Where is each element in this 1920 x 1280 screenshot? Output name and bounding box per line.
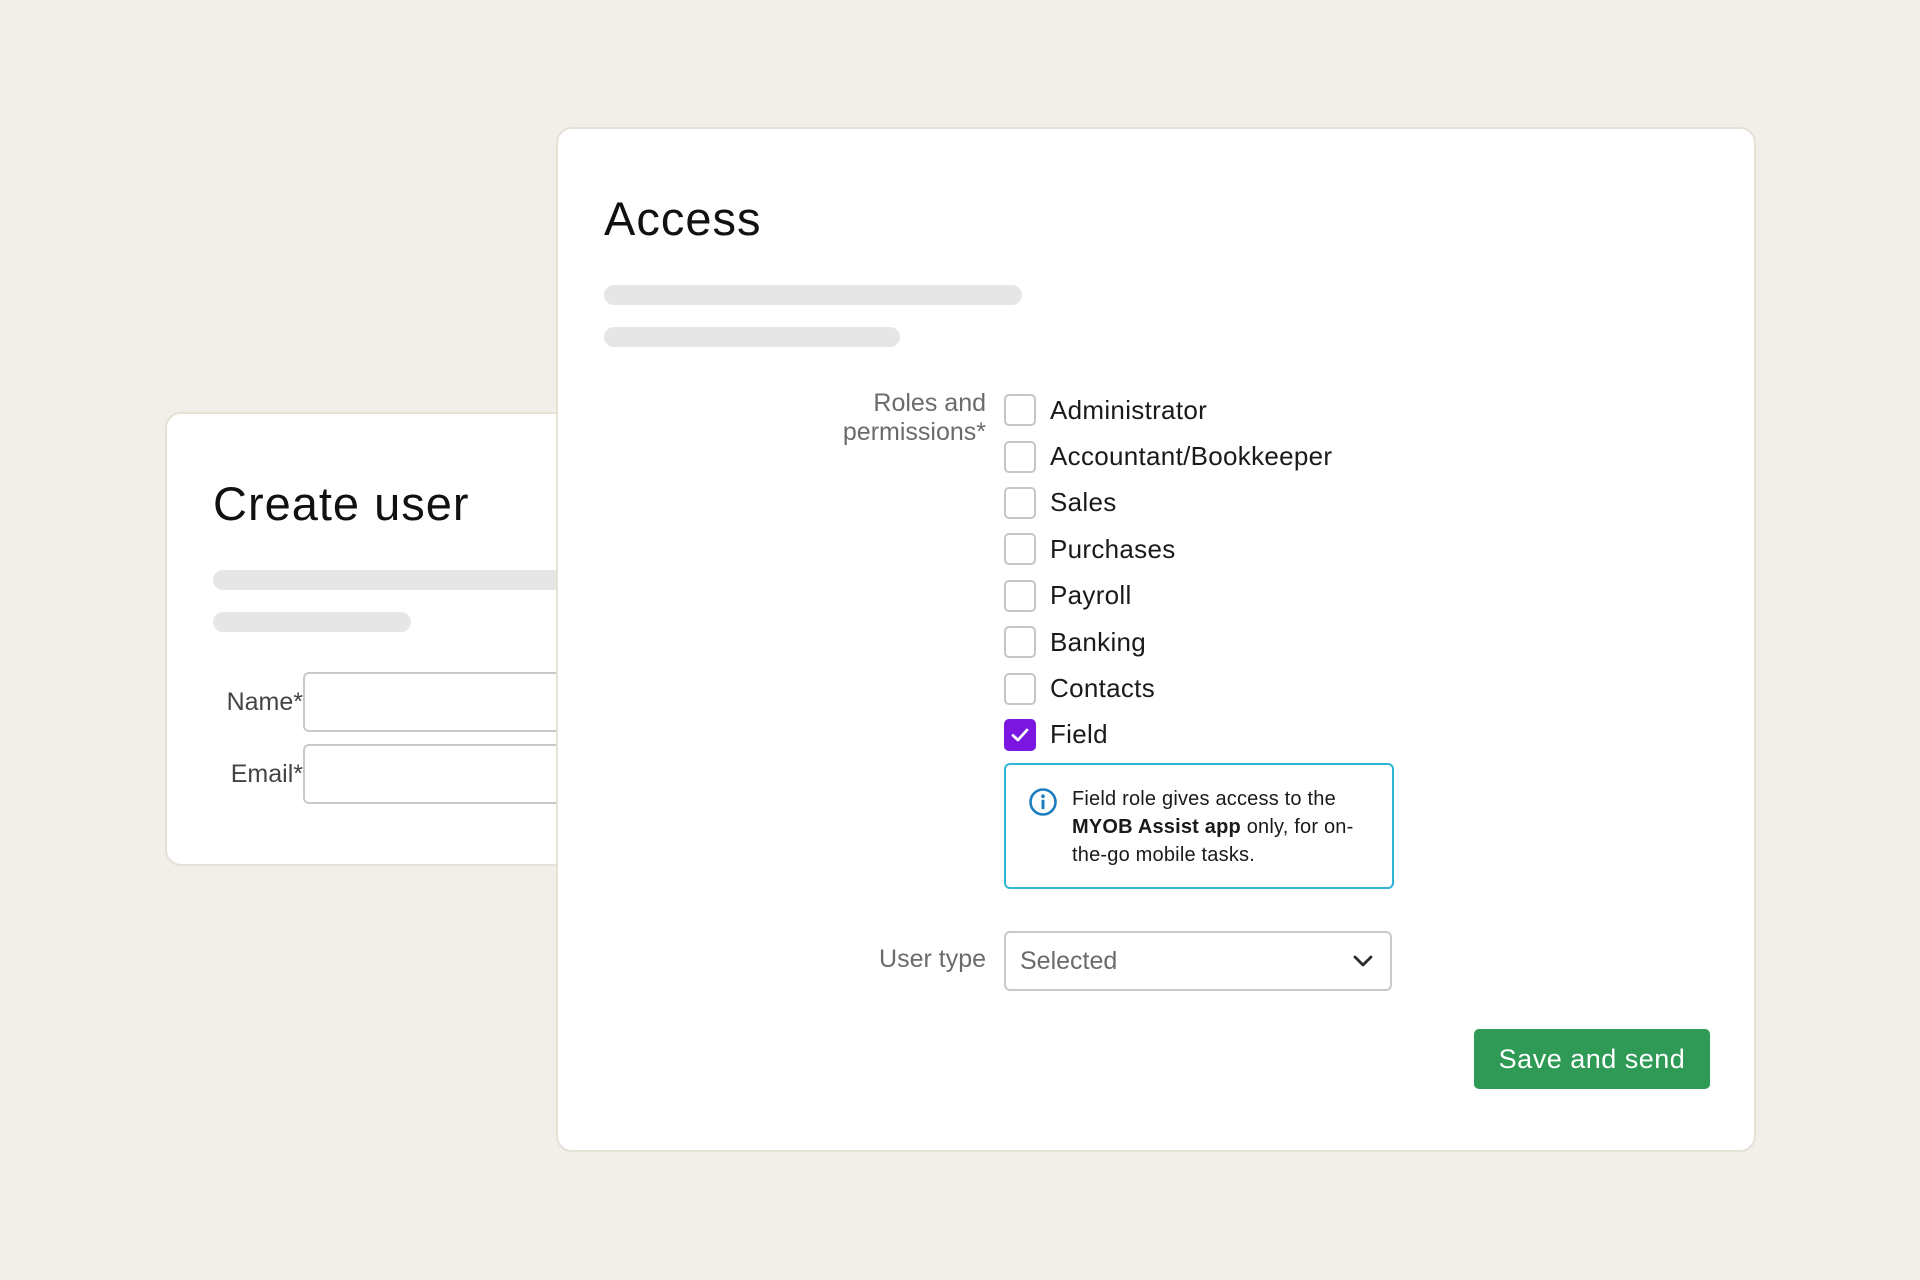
skeleton-line	[213, 570, 613, 590]
checkbox[interactable]	[1004, 626, 1036, 659]
role-label: Sales	[1050, 487, 1117, 518]
info-text: Field role gives access to the MYOB Assi…	[1072, 785, 1380, 869]
role-label: Accountant/Bookkeeper	[1050, 441, 1333, 472]
checkbox[interactable]	[1004, 440, 1036, 473]
role-item-sales[interactable]: Sales	[1004, 480, 1332, 526]
checkbox[interactable]	[1004, 533, 1036, 566]
role-label: Field	[1050, 719, 1108, 750]
role-label: Administrator	[1050, 394, 1208, 425]
info-text-app-name: MYOB Assist app	[1072, 816, 1241, 838]
info-icon	[1029, 788, 1057, 816]
user-type-select[interactable]: Selected	[1004, 931, 1392, 991]
role-label: Banking	[1050, 626, 1147, 657]
checkmark-icon	[1011, 728, 1029, 742]
role-item-field[interactable]: Field	[1004, 712, 1332, 758]
checkbox[interactable]	[1004, 672, 1036, 705]
save-and-send-button[interactable]: Save and send	[1474, 1029, 1710, 1089]
checkbox[interactable]	[1004, 718, 1036, 751]
info-text-part: Field role gives access to the	[1072, 788, 1336, 810]
role-label: Purchases	[1050, 533, 1176, 564]
skeleton-line	[213, 612, 411, 632]
role-item-accountant-bookkeeper[interactable]: Accountant/Bookkeeper	[1004, 433, 1332, 479]
name-label: Name*	[226, 688, 303, 716]
role-item-contacts[interactable]: Contacts	[1004, 665, 1332, 711]
role-item-payroll[interactable]: Payroll	[1004, 573, 1332, 619]
checkbox[interactable]	[1004, 486, 1036, 519]
skeleton-line	[604, 327, 900, 347]
access-title: Access	[604, 192, 762, 245]
role-item-administrator[interactable]: Administrator	[1004, 387, 1332, 433]
roles-label: Roles and permissions*	[842, 389, 986, 446]
user-type-label: User type	[879, 945, 986, 973]
access-card: Access Roles and permissions* Administra…	[556, 127, 1756, 1152]
role-label: Payroll	[1050, 580, 1132, 611]
email-label: Email*	[230, 760, 303, 788]
checkbox[interactable]	[1004, 579, 1036, 612]
create-user-title: Create user	[213, 477, 470, 530]
user-type-value: Selected	[1020, 946, 1118, 975]
chevron-down-icon	[1353, 955, 1373, 967]
role-item-banking[interactable]: Banking	[1004, 619, 1332, 665]
checkbox[interactable]	[1004, 394, 1036, 427]
skeleton-line	[604, 285, 1022, 305]
role-label: Contacts	[1050, 673, 1156, 704]
roles-list: Administrator Accountant/Bookkeeper Sale…	[1004, 387, 1332, 758]
role-item-purchases[interactable]: Purchases	[1004, 526, 1332, 572]
field-role-info-box: Field role gives access to the MYOB Assi…	[1004, 763, 1394, 889]
